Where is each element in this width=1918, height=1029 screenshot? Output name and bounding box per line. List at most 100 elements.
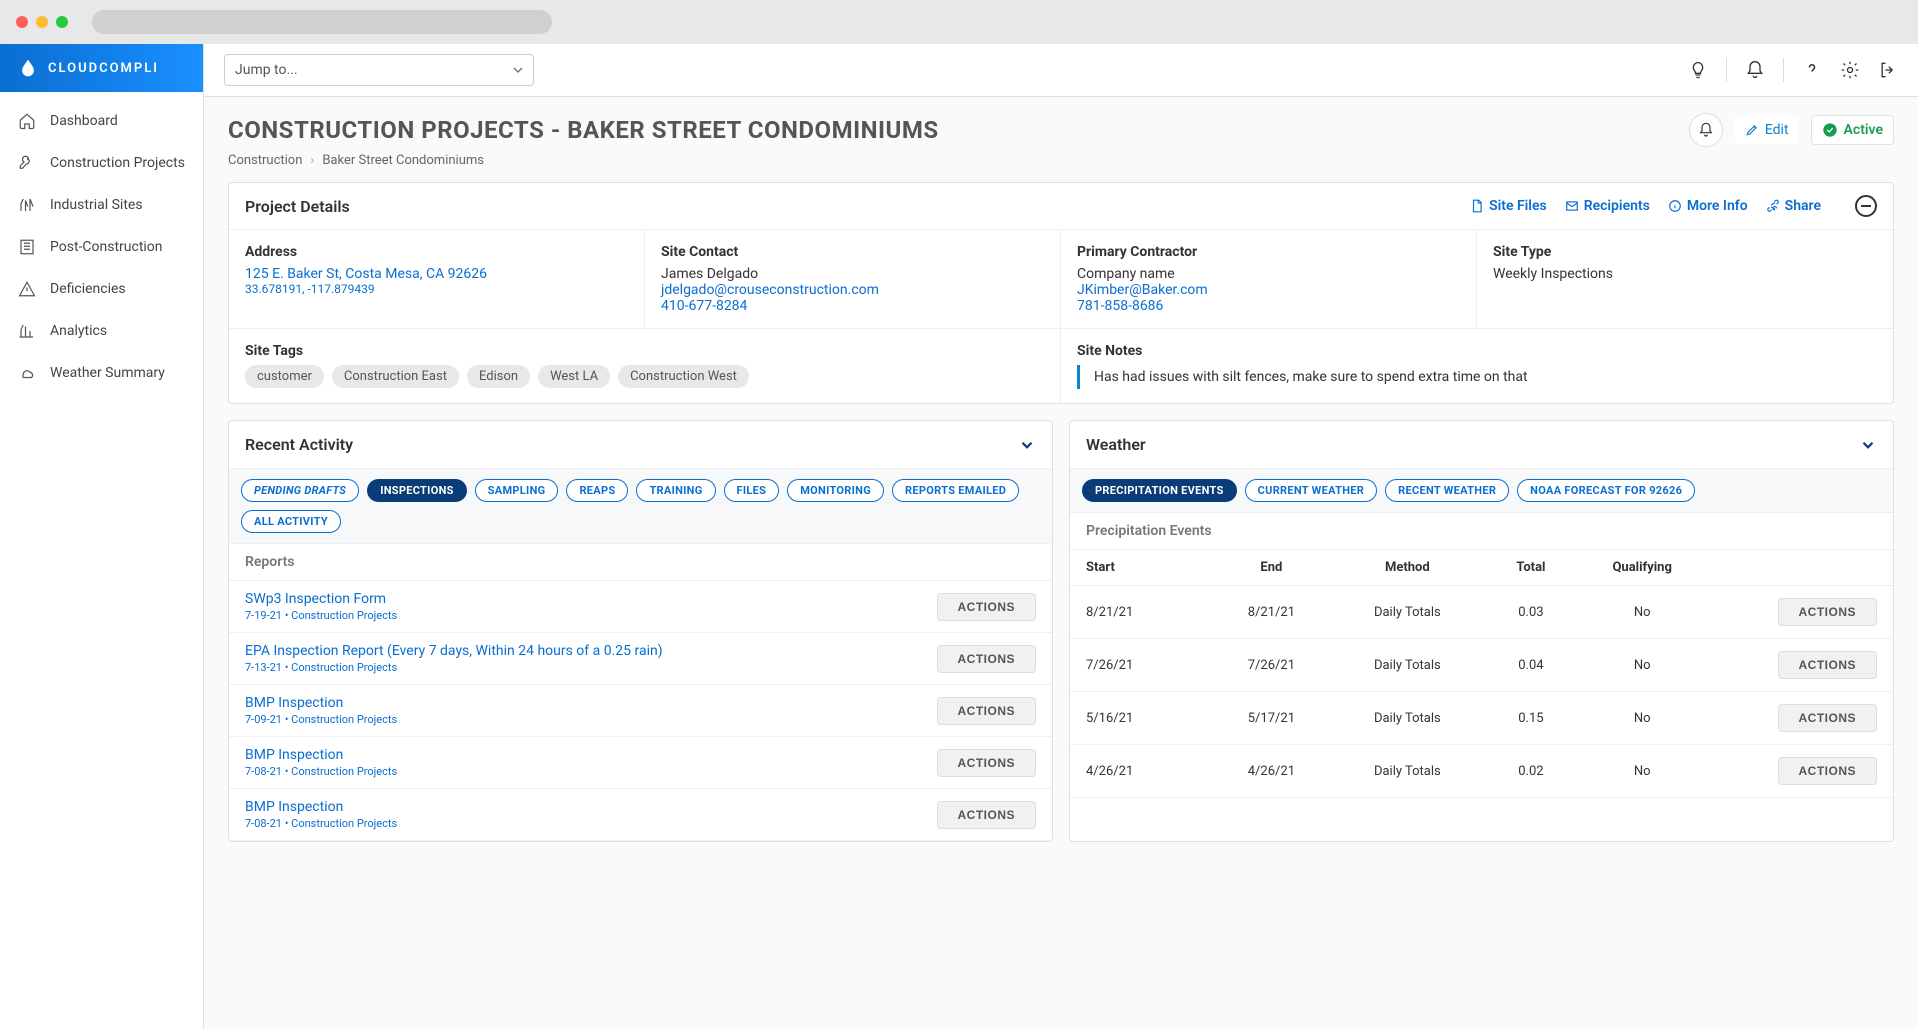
url-bar[interactable] bbox=[92, 10, 552, 34]
sidebar-item[interactable]: Post-Construction bbox=[0, 226, 203, 268]
contractor-phone[interactable]: 781-858-8686 bbox=[1077, 298, 1460, 314]
tab-pill[interactable]: CURRENT WEATHER bbox=[1245, 479, 1377, 502]
file-icon bbox=[1470, 199, 1484, 213]
report-title[interactable]: SWp3 Inspection Form bbox=[245, 591, 925, 607]
report-meta: 7-08-21 • Construction Projects bbox=[245, 765, 925, 778]
contact-email[interactable]: jdelgado@crouseconstruction.com bbox=[661, 282, 1044, 298]
window-maximize[interactable] bbox=[56, 16, 68, 28]
bell-icon bbox=[1698, 122, 1714, 138]
cell-start: 4/26/21 bbox=[1086, 764, 1210, 779]
weather-card: Weather PRECIPITATION EVENTS CURRENT WEAT… bbox=[1069, 420, 1894, 842]
window-close[interactable] bbox=[16, 16, 28, 28]
actions-button[interactable]: ACTIONS bbox=[1778, 757, 1878, 785]
contact-name: James Delgado bbox=[661, 266, 1044, 282]
tag[interactable]: customer bbox=[245, 365, 324, 388]
window-controls bbox=[16, 16, 68, 28]
panel-title: Weather bbox=[1086, 435, 1859, 454]
weather-tabs: PRECIPITATION EVENTS CURRENT WEATHER RECEN… bbox=[1070, 469, 1893, 513]
lightbulb-icon[interactable] bbox=[1688, 60, 1708, 80]
sidebar-item-label: Analytics bbox=[50, 323, 107, 339]
actions-button[interactable]: ACTIONS bbox=[937, 593, 1037, 621]
sidebar-item[interactable]: Analytics bbox=[0, 310, 203, 352]
tag[interactable]: Construction East bbox=[332, 365, 459, 388]
gear-icon[interactable] bbox=[1840, 60, 1860, 80]
cell-method: Daily Totals bbox=[1333, 764, 1481, 779]
sidebar-item[interactable]: Dashboard bbox=[0, 100, 203, 142]
tab-pill[interactable]: REAPS bbox=[566, 479, 628, 502]
tag[interactable]: West LA bbox=[538, 365, 610, 388]
site-files-link[interactable]: Site Files bbox=[1470, 198, 1547, 214]
sidebar-item-label: Weather Summary bbox=[50, 365, 165, 381]
logout-icon[interactable] bbox=[1878, 60, 1898, 80]
sidebar-item-label: Dashboard bbox=[50, 113, 118, 129]
jump-to-placeholder: Jump to... bbox=[235, 62, 298, 78]
tab-pill[interactable]: RECENT WEATHER bbox=[1385, 479, 1509, 502]
sidebar-item[interactable]: Deficiencies bbox=[0, 268, 203, 310]
tag[interactable]: Edison bbox=[467, 365, 530, 388]
report-title[interactable]: BMP Inspection bbox=[245, 695, 925, 711]
help-icon[interactable] bbox=[1802, 60, 1822, 80]
status-active-badge[interactable]: Active bbox=[1811, 115, 1894, 145]
tab-pill[interactable]: FILES bbox=[724, 479, 780, 502]
chevron-right-icon: › bbox=[310, 153, 314, 168]
breadcrumb-item[interactable]: Baker Street Condominiums bbox=[322, 153, 484, 168]
cell-end: 8/21/21 bbox=[1210, 605, 1334, 620]
report-title[interactable]: BMP Inspection bbox=[245, 747, 925, 763]
share-link[interactable]: Share bbox=[1766, 198, 1821, 214]
jump-to-select[interactable]: Jump to... bbox=[224, 54, 534, 86]
tab-pill[interactable]: PENDING DRAFTS bbox=[241, 479, 359, 502]
tab-pill[interactable]: INSPECTIONS bbox=[367, 479, 467, 502]
actions-button[interactable]: ACTIONS bbox=[937, 697, 1037, 725]
report-row: SWp3 Inspection Form7-19-21 • Constructi… bbox=[229, 581, 1052, 633]
report-meta: 7-13-21 • Construction Projects bbox=[245, 661, 925, 674]
topbar: Jump to... bbox=[204, 44, 1918, 97]
report-row: BMP Inspection 7-09-21 • Construction Pro… bbox=[229, 685, 1052, 737]
contractor-email[interactable]: JKimber@Baker.com bbox=[1077, 282, 1460, 298]
report-meta: 7-09-21 • Construction Projects bbox=[245, 713, 925, 726]
chevron-down-icon[interactable] bbox=[1859, 436, 1877, 454]
address-coords[interactable]: 33.678191, -117.879439 bbox=[245, 282, 628, 296]
sidebar-item[interactable]: Construction Projects bbox=[0, 142, 203, 184]
recipients-link[interactable]: Recipients bbox=[1565, 198, 1650, 214]
cell-qualifying: No bbox=[1580, 711, 1704, 726]
tab-pill[interactable]: PRECIPITATION EVENTS bbox=[1082, 479, 1237, 502]
address-line[interactable]: 125 E. Baker St, Costa Mesa, CA 92626 bbox=[245, 266, 628, 282]
bell-icon[interactable] bbox=[1745, 60, 1765, 80]
collapse-toggle[interactable] bbox=[1855, 195, 1877, 217]
window-minimize[interactable] bbox=[36, 16, 48, 28]
contractor-company: Company name bbox=[1077, 266, 1460, 282]
sidebar-item[interactable]: Weather Summary bbox=[0, 352, 203, 394]
actions-button[interactable]: ACTIONS bbox=[1778, 598, 1878, 626]
tab-pill[interactable]: ALL ACTIVITY bbox=[241, 510, 341, 533]
sidebar-item[interactable]: Industrial Sites bbox=[0, 184, 203, 226]
tab-pill[interactable]: NOAA FORECAST FOR 92626 bbox=[1517, 479, 1695, 502]
chevron-down-icon[interactable] bbox=[1018, 436, 1036, 454]
actions-button[interactable]: ACTIONS bbox=[937, 645, 1037, 673]
tag[interactable]: Construction West bbox=[618, 365, 749, 388]
tab-pill[interactable]: MONITORING bbox=[787, 479, 884, 502]
page-header: CONSTRUCTION PROJECTS - BAKER STREET CON… bbox=[228, 113, 1894, 147]
tab-pill[interactable]: TRAINING bbox=[636, 479, 715, 502]
tags-cell: Site Tags customerConstruction EastEdiso… bbox=[229, 329, 1061, 403]
nav-icon bbox=[18, 322, 36, 340]
actions-button[interactable]: ACTIONS bbox=[937, 749, 1037, 777]
recent-tabs: PENDING DRAFTS INSPECTIONS SAMPLING REAPS TR… bbox=[229, 469, 1052, 544]
actions-button[interactable]: ACTIONS bbox=[1778, 651, 1878, 679]
more-info-link[interactable]: More Info bbox=[1668, 198, 1748, 214]
tab-pill[interactable]: SAMPLING bbox=[475, 479, 559, 502]
actions-button[interactable]: ACTIONS bbox=[1778, 704, 1878, 732]
edit-button[interactable]: Edit bbox=[1735, 116, 1799, 144]
actions-button[interactable]: ACTIONS bbox=[937, 801, 1037, 829]
report-title[interactable]: EPA Inspection Report (Every 7 days, Wit… bbox=[245, 643, 925, 659]
brand-logo[interactable]: CLOUDCOMPLI bbox=[0, 44, 203, 92]
weather-row: 8/21/218/21/21Daily Totals0.03NoACTIONS bbox=[1070, 586, 1893, 639]
contact-phone[interactable]: 410-677-8284 bbox=[661, 298, 1044, 314]
subscribe-bell-button[interactable] bbox=[1689, 113, 1723, 147]
site-type-value: Weekly Inspections bbox=[1493, 266, 1877, 282]
sidebar-item-label: Industrial Sites bbox=[50, 197, 143, 213]
tab-pill[interactable]: REPORTS EMAILED bbox=[892, 479, 1019, 502]
breadcrumb-item[interactable]: Construction bbox=[228, 153, 302, 168]
report-title[interactable]: BMP Inspection bbox=[245, 799, 925, 815]
share-icon bbox=[1766, 199, 1780, 213]
recent-activity-card: Recent Activity PENDING DRAFTSINSPECTION… bbox=[228, 420, 1053, 842]
